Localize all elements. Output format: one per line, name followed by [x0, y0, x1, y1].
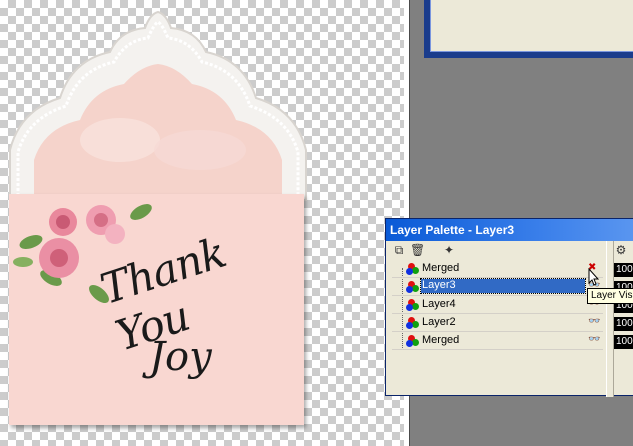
- layer-type-icon: [412, 321, 419, 328]
- layer-type-icon: [412, 339, 419, 346]
- layer-type-icon: [406, 322, 413, 329]
- palette-title: Layer Palette - Layer3: [386, 219, 633, 241]
- layer-type-icon: [412, 285, 419, 292]
- mask-icon[interactable]: ✦: [442, 243, 456, 257]
- visibility-toggle-icon[interactable]: 👓: [588, 316, 600, 327]
- opacity-value[interactable]: 100: [614, 263, 633, 277]
- layer-name: Merged: [422, 334, 460, 346]
- palette-splitter[interactable]: [606, 241, 614, 397]
- secondary-window[interactable]: [424, 0, 633, 58]
- layer-type-icon: [412, 267, 419, 274]
- layer-type-icon: [412, 303, 419, 310]
- opacity-column: ⚙ 100 100 100 100 100: [614, 241, 633, 397]
- opacity-value[interactable]: 100: [614, 317, 633, 331]
- layer-visibility-tooltip: Layer Vis: [587, 288, 633, 304]
- opacity-value[interactable]: 100: [614, 335, 633, 349]
- layer-list[interactable]: Merged ✖ Layer3 👓 Layer4 👓 Layer2 👓: [392, 260, 603, 355]
- layer-type-icon: [406, 286, 413, 293]
- blend-mode-icon[interactable]: ⚙: [614, 243, 628, 257]
- layer-type-icon: [406, 304, 413, 311]
- layer-palette[interactable]: Layer Palette - Layer3 ⧉ 🗑 ✦ Merged ✖ La…: [385, 218, 633, 397]
- card-line-joy: Joy: [149, 334, 212, 380]
- layer-name: Layer2: [422, 316, 456, 328]
- layer-name: Layer3: [420, 278, 586, 294]
- mouse-cursor-icon: [588, 268, 600, 286]
- layer-row[interactable]: Layer4 👓: [392, 296, 603, 314]
- palette-toolbar: ⧉ 🗑 ✦: [386, 241, 633, 261]
- delete-layer-icon[interactable]: 🗑: [410, 243, 425, 257]
- layer-row[interactable]: Layer2 👓: [392, 314, 603, 332]
- layer-type-icon: [406, 268, 413, 275]
- layer-row[interactable]: Merged ✖: [392, 260, 603, 278]
- layer-name: Merged: [422, 262, 460, 274]
- new-layer-icon[interactable]: ⧉: [392, 243, 406, 257]
- layer-name: Layer4: [422, 298, 456, 310]
- layer-row[interactable]: Layer3 👓: [392, 278, 603, 296]
- layer-row[interactable]: Merged 👓: [392, 332, 603, 350]
- visibility-toggle-icon[interactable]: 👓: [588, 334, 600, 345]
- layer-type-icon: [406, 340, 413, 347]
- thank-you-card: Thank You Joy: [9, 194, 304, 425]
